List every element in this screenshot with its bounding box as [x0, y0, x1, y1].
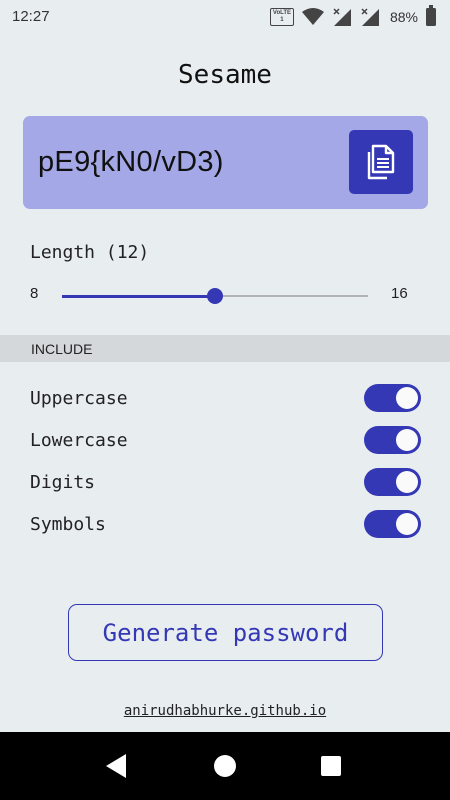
include-section-header: INCLUDE — [0, 335, 450, 362]
option-digits: Digits — [0, 468, 450, 498]
volte-icon: VoLTE 1 — [269, 8, 294, 26]
battery-percent: 88% — [389, 9, 418, 25]
length-label: Length (12) — [30, 242, 150, 263]
option-label: Lowercase — [30, 430, 128, 451]
toggle-knob — [396, 387, 418, 409]
home-icon[interactable] — [214, 755, 236, 777]
option-label: Symbols — [30, 514, 106, 535]
digits-toggle[interactable] — [364, 468, 421, 496]
status-time: 12:27 — [12, 8, 50, 25]
password-text: pE9{kN0/vD3) — [38, 146, 224, 178]
lowercase-toggle[interactable] — [364, 426, 421, 454]
generate-password-button[interactable]: Generate password — [68, 604, 383, 661]
slider-max-label: 16 — [391, 285, 408, 302]
status-bar: 12:27 VoLTE 1 88% — [0, 0, 450, 34]
navigation-bar — [0, 732, 450, 800]
app-title: Sesame — [178, 60, 272, 90]
generate-password-label: Generate password — [102, 618, 349, 647]
password-card: pE9{kN0/vD3) — [23, 116, 428, 209]
copy-icon — [367, 144, 395, 180]
slider-min-label: 8 — [30, 285, 39, 302]
include-label: INCLUDE — [31, 341, 93, 357]
option-symbols: Symbols — [0, 510, 450, 540]
copy-button[interactable] — [349, 130, 413, 194]
wifi-icon — [301, 8, 324, 25]
toggle-knob — [396, 513, 418, 535]
battery-icon — [426, 5, 436, 26]
symbols-toggle[interactable] — [364, 510, 421, 538]
back-icon[interactable] — [106, 754, 126, 778]
option-lowercase: Lowercase — [0, 426, 450, 456]
volte-label: VoLTE — [272, 10, 292, 16]
option-uppercase: Uppercase — [0, 384, 450, 414]
signal-icon — [333, 8, 351, 26]
slider-fill — [62, 294, 215, 298]
signal-icon — [361, 8, 379, 26]
volte-sim-label: 1 — [280, 17, 284, 23]
option-label: Digits — [30, 472, 96, 493]
option-label: Uppercase — [30, 388, 128, 409]
toggle-knob — [396, 429, 418, 451]
slider-thumb[interactable] — [207, 288, 223, 304]
toggle-knob — [396, 471, 418, 493]
recent-apps-icon[interactable] — [321, 756, 341, 776]
uppercase-toggle[interactable] — [364, 384, 421, 412]
status-icons: VoLTE 1 88% — [269, 5, 436, 28]
length-slider[interactable] — [62, 288, 368, 304]
footer-link[interactable]: anirudhabhurke.github.io — [0, 703, 450, 719]
